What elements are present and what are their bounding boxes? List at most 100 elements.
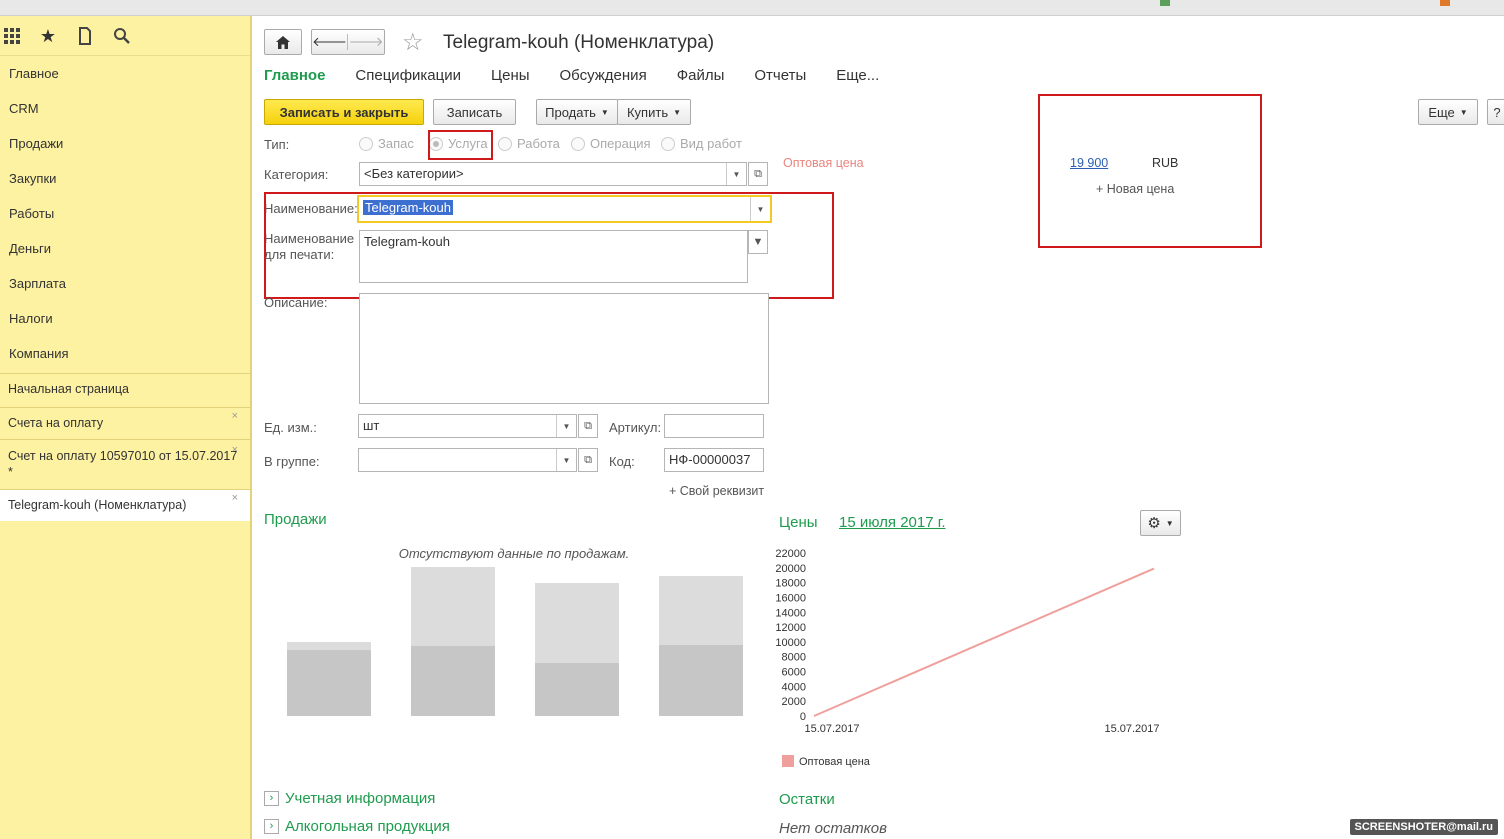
category-label: Категория: (264, 167, 329, 182)
type-radio-work-kind[interactable]: Вид работ (661, 136, 742, 151)
prices-date-link[interactable]: 15 июля 2017 г. (839, 514, 946, 531)
save-and-close-button[interactable]: Записать и закрыть (264, 99, 424, 125)
status-indicator-icon (1440, 0, 1450, 6)
sales-section-title[interactable]: Продажи (264, 511, 327, 528)
close-icon[interactable]: × (232, 410, 238, 422)
category-field[interactable]: <Без категории> ▼ (359, 162, 747, 186)
history-icon[interactable] (73, 24, 97, 48)
print-name-field[interactable]: Telegram-kouh (359, 230, 748, 283)
favorite-star-icon[interactable]: ☆ (402, 28, 424, 57)
open-form-icon[interactable]: ⧉ (748, 162, 768, 186)
radio-circle-icon (571, 136, 585, 151)
category-value: <Без категории> (364, 166, 464, 181)
chevron-down-icon[interactable]: ▼ (726, 163, 746, 185)
y-tick-label: 0 (800, 711, 806, 723)
open-window-item[interactable]: Счета на оплату × (0, 407, 250, 439)
group-field[interactable]: ▼ (358, 448, 577, 472)
type-radio-operation[interactable]: Операция (571, 136, 651, 151)
placeholder-bar (411, 646, 495, 716)
tab-discussions[interactable]: Обсуждения (560, 67, 647, 84)
prices-line-chart: 2200020000180001600014000120001000080006… (775, 548, 1159, 768)
tab-main[interactable]: Главное (264, 67, 325, 84)
back-arrow-icon[interactable]: 🡐 (312, 34, 349, 50)
placeholder-bar (535, 663, 619, 716)
open-form-icon[interactable]: ⧉ (578, 448, 598, 472)
name-label: Наименование: (264, 201, 358, 216)
radio-circle-icon (661, 136, 675, 151)
accounting-info-group[interactable]: › Учетная информация (264, 790, 435, 807)
sidebar-item-main[interactable]: Главное (0, 56, 250, 91)
article-field[interactable] (664, 414, 764, 438)
apps-grid-icon[interactable] (0, 24, 24, 48)
tab-specifications[interactable]: Спецификации (355, 67, 461, 84)
type-radio-stock[interactable]: Запас (359, 136, 414, 151)
name-field[interactable]: Telegram-kouh ▼ (357, 195, 772, 223)
page-title: Telegram-kouh (Номенклатура) (443, 32, 715, 53)
y-tick-label: 10000 (775, 637, 806, 649)
open-window-item[interactable]: Счет на оплату 10597010 от 15.07.2017 * … (0, 439, 250, 489)
legend-label: Оптовая цена (799, 756, 871, 768)
open-windows-list: Начальная страница Счета на оплату × Сче… (0, 373, 250, 521)
chevron-down-icon[interactable]: ▼ (556, 415, 576, 437)
watermark: SCREENSHOTER@mail.ru (1349, 819, 1498, 835)
tab-files[interactable]: Файлы (677, 67, 725, 84)
type-label: Тип: (264, 137, 290, 152)
sidebar-nav: Главное CRM Продажи Закупки Работы Деньг… (0, 56, 250, 371)
help-button[interactable]: ? (1487, 99, 1504, 125)
close-icon[interactable]: × (232, 492, 238, 504)
home-button[interactable] (264, 29, 302, 55)
sidebar-item-purchases[interactable]: Закупки (0, 161, 250, 196)
code-field[interactable]: НФ-00000037 (664, 448, 764, 472)
radio-label: Операция (590, 136, 651, 151)
search-icon[interactable] (110, 24, 134, 48)
unit-label: Ед. изм.: (264, 420, 317, 435)
save-button[interactable]: Записать (433, 99, 516, 125)
tab-more[interactable]: Еще... (836, 67, 879, 84)
sidebar-item-money[interactable]: Деньги (0, 231, 250, 266)
open-window-label: Счет на оплату 10597010 от 15.07.2017 * (8, 449, 238, 479)
x-tick-label: 15.07.2017 (1104, 723, 1159, 735)
description-field[interactable] (359, 293, 769, 404)
code-label: Код: (609, 454, 635, 469)
nav-back-forward: 🡐 🡒 (311, 29, 385, 55)
favorites-star-icon[interactable]: ★ (36, 24, 60, 48)
close-icon[interactable]: × (232, 442, 238, 458)
sidebar-item-taxes[interactable]: Налоги (0, 301, 250, 336)
sales-empty-message: Отсутствуют данные по продажам. (398, 546, 630, 561)
y-tick-label: 6000 (782, 667, 806, 679)
chevron-down-icon[interactable]: ▼ (556, 449, 576, 471)
tab-prices[interactable]: Цены (491, 67, 530, 84)
highlight-box (1038, 94, 1262, 248)
open-window-item-active[interactable]: Telegram-kouh (Номенклатура) × (0, 489, 250, 521)
sidebar-item-crm[interactable]: CRM (0, 91, 250, 126)
chart-settings-button[interactable]: ⚙ ▼ (1140, 510, 1181, 536)
description-label: Описание: (264, 295, 328, 310)
sidebar-item-salary[interactable]: Зарплата (0, 266, 250, 301)
chevron-down-icon[interactable]: ▼ (750, 197, 770, 221)
sidebar-toolbar: ★ (0, 16, 250, 56)
chevron-down-icon: ▼ (1459, 107, 1468, 117)
alcohol-group[interactable]: › Алкогольная продукция (264, 818, 450, 835)
radio-selected-icon (429, 136, 443, 151)
unit-field[interactable]: шт ▼ (358, 414, 577, 438)
sidebar-item-company[interactable]: Компания (0, 336, 250, 371)
open-form-icon[interactable]: ⧉ (578, 414, 598, 438)
sidebar-item-sales[interactable]: Продажи (0, 126, 250, 161)
new-price-link[interactable]: + Новая цена (1096, 182, 1174, 196)
type-radio-service[interactable]: Услуга (429, 136, 488, 151)
code-value: НФ-00000037 (669, 452, 751, 467)
more-dropdown-button[interactable]: Еще ▼ (1418, 99, 1478, 125)
forward-arrow-icon[interactable]: 🡒 (348, 34, 384, 50)
add-custom-attribute-link[interactable]: + Свой реквизит (669, 484, 764, 498)
y-tick-label: 8000 (782, 652, 806, 664)
radio-label: Работа (517, 136, 560, 151)
sell-dropdown-button[interactable]: Продать ▼ (536, 99, 618, 125)
tab-reports[interactable]: Отчеты (754, 67, 806, 84)
sidebar-item-works[interactable]: Работы (0, 196, 250, 231)
stock-section-title: Остатки (779, 791, 835, 808)
chevron-down-icon[interactable]: ▼ (748, 230, 768, 254)
buy-dropdown-button[interactable]: Купить ▼ (617, 99, 691, 125)
type-radio-work[interactable]: Работа (498, 136, 560, 151)
open-window-item[interactable]: Начальная страница (0, 373, 250, 407)
wholesale-price-link[interactable]: 19 900 (1070, 156, 1108, 170)
